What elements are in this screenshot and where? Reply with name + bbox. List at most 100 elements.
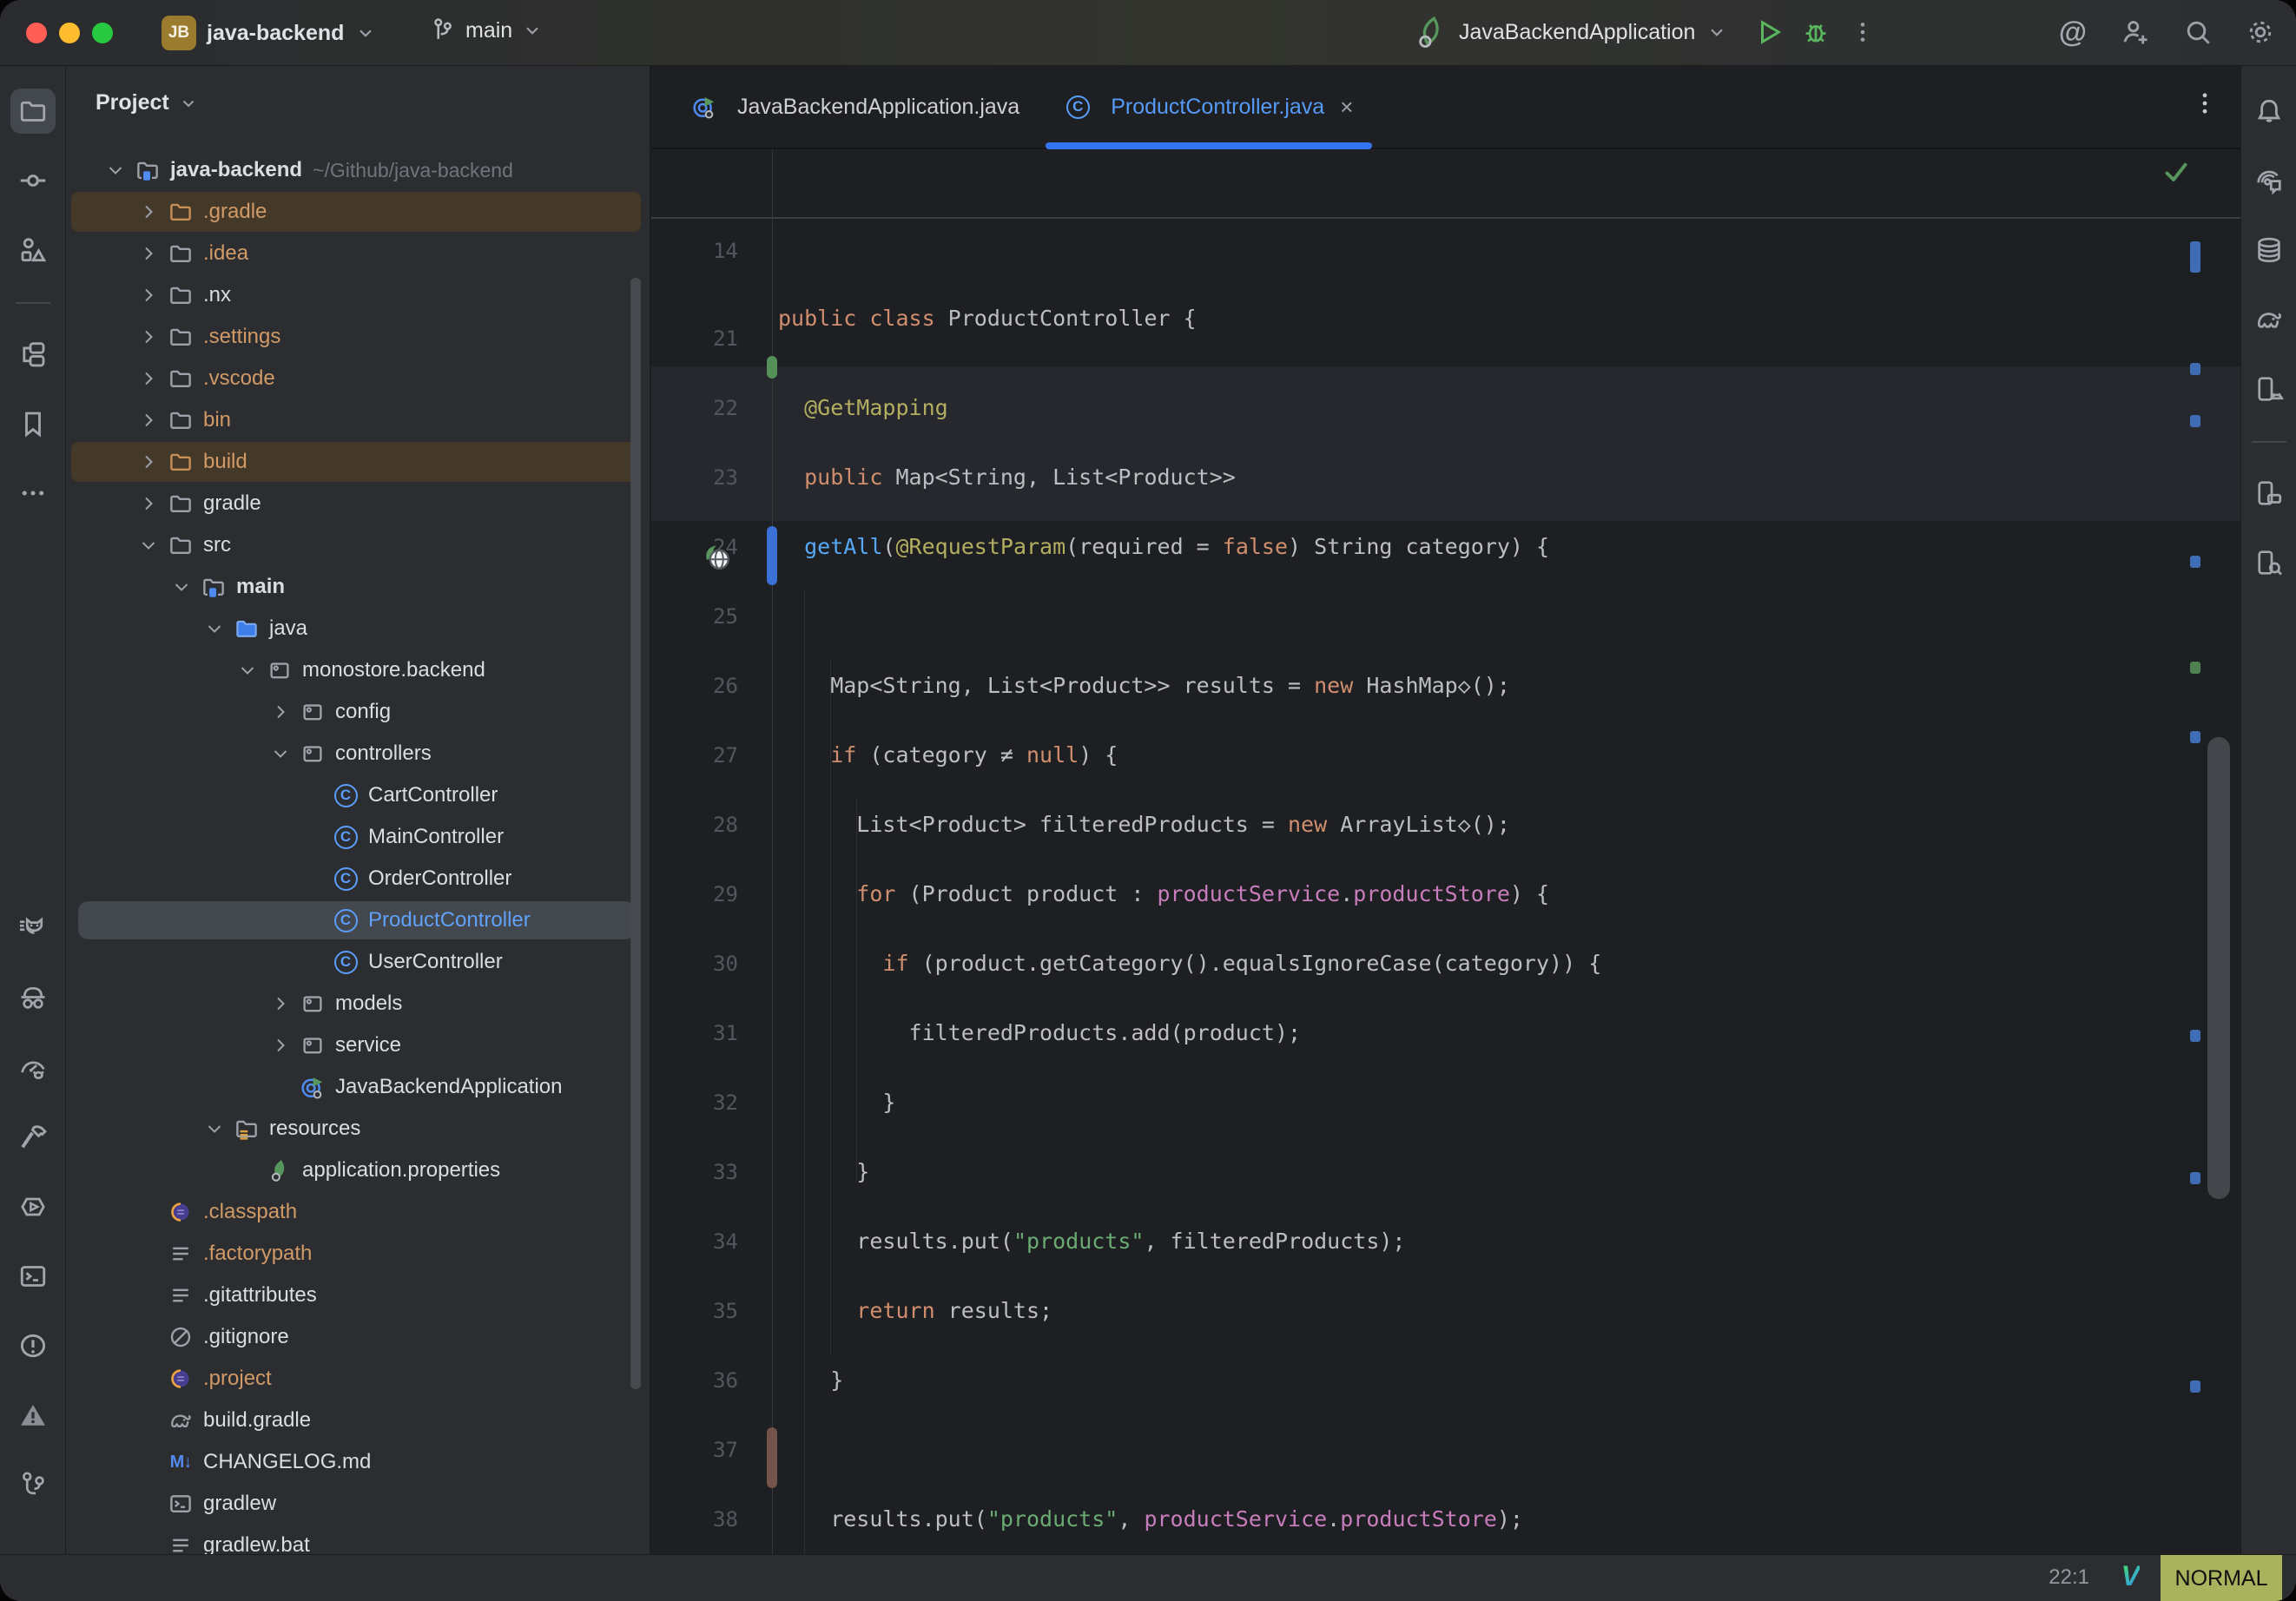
tree-item[interactable]: gradlew.bat (66, 1525, 650, 1554)
code-line[interactable]: 32 } (651, 998, 2240, 1068)
code-line[interactable]: 28 for (Product product : productService… (651, 721, 2240, 790)
tree-item[interactable]: C UserController (66, 941, 650, 983)
caret-position[interactable]: 22:1 (2049, 1565, 2089, 1590)
run-button[interactable] (1751, 14, 1787, 50)
minimize-window-button[interactable] (59, 23, 80, 43)
tree-item[interactable]: resources (66, 1108, 650, 1150)
code-line[interactable]: 23 getAll(@RequestParam(required = false… (651, 373, 2240, 443)
code-line[interactable]: 35 } (651, 1207, 2240, 1276)
tree-item[interactable]: .classpath (66, 1191, 650, 1233)
code-line[interactable]: 29 if (product.getCategory().equalsIgnor… (651, 790, 2240, 860)
tree-item[interactable]: .gitattributes (66, 1275, 650, 1316)
code-line[interactable]: 37 results.put("products", productServic… (651, 1346, 2240, 1415)
tree-item[interactable]: .factorypath (66, 1233, 650, 1275)
code-line[interactable]: 30 filteredProducts.add(product); (651, 860, 2240, 929)
settings-icon[interactable] (2242, 14, 2279, 50)
incognito-icon[interactable] (10, 976, 56, 1021)
tree-item[interactable]: gradle (66, 483, 650, 524)
vcs-modified-marker[interactable] (767, 526, 777, 585)
tree-item[interactable]: main (66, 566, 650, 608)
tree-item[interactable]: java (66, 608, 650, 649)
tree-item[interactable]: config (66, 691, 650, 733)
vcs-added-marker[interactable] (767, 356, 777, 379)
search-everywhere-icon[interactable] (2180, 14, 2216, 50)
bookmarks-icon[interactable] (10, 401, 56, 446)
tree-item[interactable]: .project (66, 1358, 650, 1400)
terminal-icon[interactable] (10, 1254, 56, 1299)
vcs-changed-marker[interactable] (767, 1427, 777, 1488)
tree-item[interactable]: controllers (66, 733, 650, 774)
services-icon[interactable] (10, 1184, 56, 1229)
tree-item[interactable]: service (66, 1025, 650, 1066)
notifications-warning-icon[interactable] (10, 1393, 56, 1438)
code-line[interactable]: 25 Map<String, List<Product>> results = … (651, 512, 2240, 582)
code-editor[interactable]: 14 public class ProductController { 21 @… (651, 149, 2240, 1554)
editor-tab[interactable]: C ProductController.java × (1042, 66, 1376, 148)
code-with-me-icon[interactable] (2117, 14, 2154, 50)
git-icon[interactable] (10, 1462, 56, 1507)
code-line[interactable]: 24 (651, 443, 2240, 512)
tree-item[interactable]: build (66, 441, 650, 483)
ideavim-icon[interactable]: V (2121, 1560, 2140, 1592)
build-icon[interactable] (10, 1115, 56, 1160)
more-run-options-button[interactable] (1844, 14, 1881, 50)
running-devices-icon[interactable] (2247, 366, 2292, 412)
gradle-icon[interactable] (2247, 297, 2292, 342)
code-line[interactable]: 27 List<Product> filteredProducts = new … (651, 651, 2240, 721)
notifications-icon[interactable] (2247, 89, 2292, 134)
tree-item[interactable]: .idea (66, 233, 650, 274)
tree-item[interactable]: models (66, 983, 650, 1025)
tree-item[interactable]: java-backend ~/Github/java-backend (66, 149, 650, 191)
project-tool-icon[interactable] (10, 89, 56, 134)
pull-requests-icon[interactable] (10, 332, 56, 377)
tree-item[interactable]: .vscode (66, 358, 650, 399)
zoom-window-button[interactable] (92, 23, 113, 43)
device-mirror-icon[interactable] (2247, 471, 2292, 516)
tree-item[interactable]: bin (66, 399, 650, 441)
code-line[interactable]: 26 if (category ≠ null) { (651, 582, 2240, 651)
tree-item[interactable]: C OrderController (66, 858, 650, 899)
endpoint-globe-icon[interactable] (702, 542, 733, 573)
tree-item[interactable]: C MainController (66, 816, 650, 858)
code-line[interactable]: 22 public Map<String, List<Product>> (651, 304, 2240, 373)
project-panel-header[interactable]: Project (96, 90, 199, 115)
tree-item[interactable]: .gitignore (66, 1316, 650, 1358)
branch-widget[interactable]: main (427, 16, 544, 45)
ai-chat-icon[interactable] (2247, 158, 2292, 203)
tree-item[interactable]: C CartController (66, 774, 650, 816)
tree-scrollbar[interactable] (630, 278, 641, 1389)
ai-assistant-icon[interactable]: @ (2055, 14, 2091, 50)
fold-separator[interactable] (651, 217, 2240, 219)
device-explorer-icon[interactable] (2247, 540, 2292, 585)
tree-item[interactable]: .gradle (66, 191, 650, 233)
project-widget[interactable]: JB java-backend (162, 16, 377, 50)
profiler-icon[interactable] (10, 1045, 56, 1090)
more-tools-icon[interactable] (10, 471, 56, 516)
code-line[interactable]: 31 } (651, 929, 2240, 998)
code-line[interactable]: 14 public class ProductController { (651, 149, 2240, 217)
tree-item[interactable]: monostore.backend (66, 649, 650, 691)
editor-tab-options-icon[interactable] (2190, 89, 2220, 118)
editor-tab[interactable]: JavaBackendApplication.java (669, 66, 1042, 148)
tree-item[interactable]: application.properties (66, 1150, 650, 1191)
run-configuration-widget[interactable]: JavaBackendApplication (1414, 14, 1881, 50)
vim-mode-badge[interactable]: NORMAL (2161, 1555, 2282, 1601)
code-line[interactable]: 38 return results; (651, 1415, 2240, 1485)
structure-icon[interactable] (10, 227, 56, 273)
commit-icon[interactable] (10, 158, 56, 203)
code-line[interactable]: 21 @GetMapping (651, 234, 2240, 304)
debug-button[interactable] (1798, 14, 1834, 50)
close-window-button[interactable] (26, 23, 47, 43)
tree-item[interactable]: C ProductController (66, 899, 650, 941)
code-line[interactable]: 34 return results; (651, 1137, 2240, 1207)
code-line[interactable]: 36 (651, 1276, 2240, 1346)
tree-item[interactable]: .nx (66, 274, 650, 316)
tree-item[interactable]: build.gradle (66, 1400, 650, 1441)
tree-item[interactable]: JavaBackendApplication (66, 1066, 650, 1108)
close-tab-icon[interactable]: × (1340, 94, 1353, 121)
code-line[interactable]: 39 } (651, 1485, 2240, 1554)
problems-icon[interactable] (10, 1323, 56, 1368)
tree-item[interactable]: .settings (66, 316, 650, 358)
cat-plugin-icon[interactable] (10, 906, 56, 952)
code-line[interactable]: 33 results.put("products", filteredProdu… (651, 1068, 2240, 1137)
